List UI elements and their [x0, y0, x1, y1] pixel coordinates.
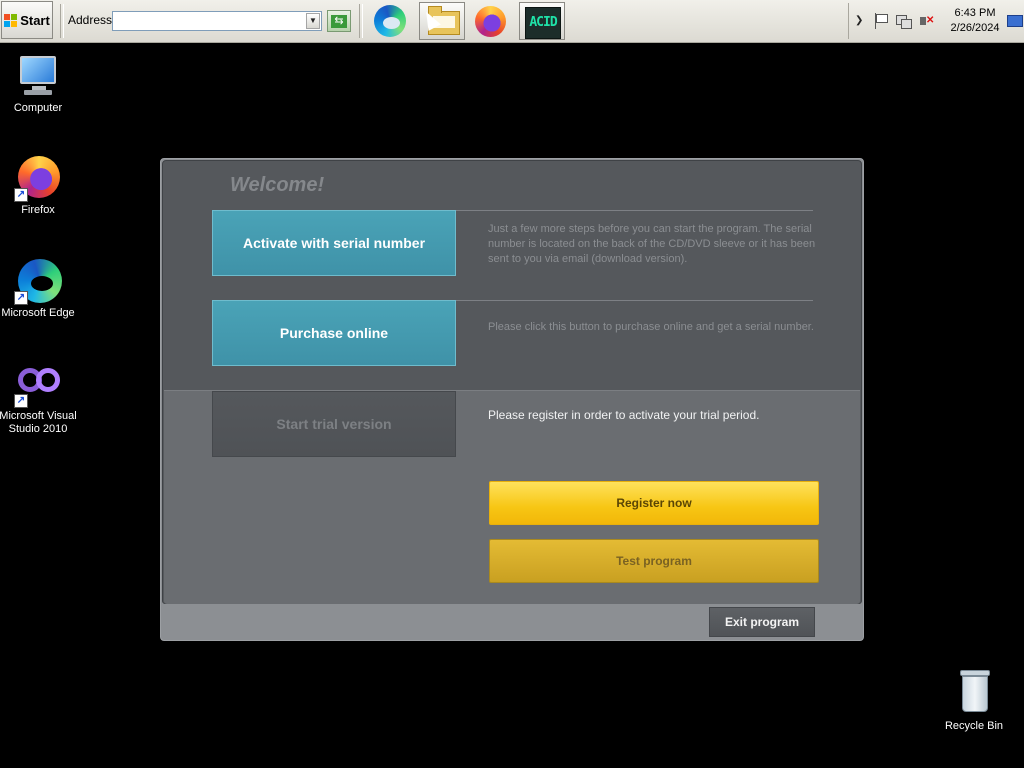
volume-muted-icon[interactable]	[919, 13, 935, 29]
address-input[interactable]: ▼	[112, 11, 322, 31]
desktop-icon-visual-studio[interactable]: ↗ Microsoft Visual Studio 2010	[0, 360, 78, 436]
action-center-flag-icon[interactable]	[873, 13, 889, 29]
shortcut-arrow-icon: ↗	[14, 291, 28, 305]
desktop-icon-edge[interactable]: ↗ Microsoft Edge	[0, 257, 78, 320]
test-program-button[interactable]: Test program	[489, 539, 819, 583]
recycle-bin-icon	[950, 670, 998, 718]
desktop-icon-label: Firefox	[21, 204, 55, 216]
edge-icon: ↗	[14, 257, 62, 305]
desktop-icon-firefox[interactable]: ↗ Firefox	[0, 154, 78, 217]
desktop-icon-label: Microsoft Visual Studio 2010	[0, 410, 77, 435]
firefox-icon	[475, 6, 506, 37]
activate-description: Just a few more steps before you can sta…	[488, 223, 816, 265]
purchase-online-button[interactable]: Purchase online	[212, 300, 456, 366]
acid-icon: ACID	[525, 7, 561, 39]
visual-studio-icon: ↗	[14, 360, 62, 408]
clock-time: 6:43 PM	[954, 7, 996, 19]
clock-date: 2/26/2024	[950, 22, 1000, 34]
register-now-button[interactable]: Register now	[489, 481, 819, 525]
shortcut-arrow-icon: ↗	[14, 188, 28, 202]
desktop-icon-label: Computer	[13, 102, 63, 114]
desktop-icon-label: Microsoft Edge	[1, 307, 75, 319]
windows-logo-icon	[4, 13, 18, 27]
taskbar: Start Address ▼ ⇆ ACID ❯ 6:43 PM 2/26/20…	[0, 0, 1024, 43]
network-icon[interactable]	[895, 13, 912, 29]
shortcut-arrow-icon: ↗	[14, 394, 28, 408]
taskbar-separator	[359, 4, 363, 38]
welcome-dialog: Welcome! Activate with serial number Jus…	[160, 158, 864, 641]
start-label: Start	[20, 12, 50, 28]
taskbar-separator	[60, 4, 64, 38]
dialog-panel: Welcome! Activate with serial number Jus…	[162, 160, 862, 604]
exit-program-button[interactable]: Exit program	[709, 607, 815, 637]
firefox-icon: ↗	[14, 154, 62, 202]
dialog-title: Welcome!	[230, 174, 325, 196]
taskbar-app-acid[interactable]: ACID	[519, 2, 565, 40]
clock[interactable]: 6:43 PM 2/26/2024	[945, 6, 1005, 36]
chevron-down-icon[interactable]: ▼	[306, 13, 320, 29]
go-button[interactable]: ⇆	[327, 10, 351, 32]
desktop-icon-recycle-bin[interactable]: Recycle Bin	[934, 670, 1014, 733]
purchase-description: Please click this button to purchase onl…	[488, 321, 814, 333]
activate-serial-button[interactable]: Activate with serial number	[212, 210, 456, 276]
trial-description: Please register in order to activate you…	[488, 408, 760, 422]
start-trial-button[interactable]: Start trial version	[212, 391, 456, 457]
edge-icon	[374, 5, 406, 37]
desktop-icon-computer[interactable]: Computer	[0, 52, 78, 115]
start-button[interactable]: Start	[1, 1, 53, 39]
system-tray: ❯ 6:43 PM 2/26/2024	[848, 3, 1024, 39]
show-desktop-icon[interactable]	[1007, 15, 1023, 27]
show-hidden-icons-chevron-icon[interactable]: ❯	[855, 15, 863, 26]
computer-icon	[14, 52, 62, 100]
taskbar-app-firefox[interactable]	[469, 2, 515, 40]
taskbar-app-edge[interactable]	[368, 2, 414, 40]
address-label: Address	[68, 13, 113, 27]
go-arrow-icon: ⇆	[331, 15, 347, 28]
desktop-icon-label: Recycle Bin	[944, 720, 1004, 732]
